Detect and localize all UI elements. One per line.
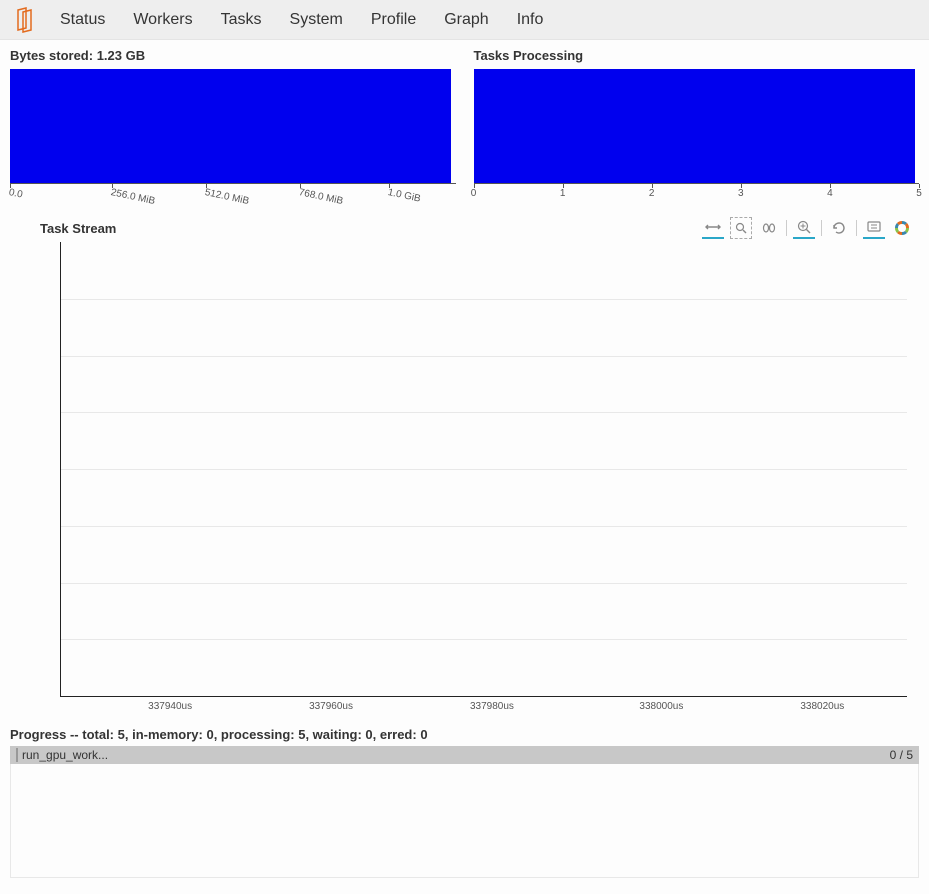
axis-tick: 512.0 MiB bbox=[204, 187, 250, 207]
task-stream-panel: Task Stream bbox=[10, 214, 919, 717]
reset-tool-icon[interactable] bbox=[828, 217, 850, 239]
axis-tick: 5 bbox=[916, 188, 922, 199]
bytes-stored-axis: 0.0 256.0 MiB 512.0 MiB 768.0 MiB 1.0 GiB bbox=[10, 184, 456, 208]
axis-tick: 0.0 bbox=[8, 187, 24, 201]
dask-logo bbox=[6, 0, 46, 40]
progress-title: Progress -- total: 5, in-memory: 0, proc… bbox=[10, 727, 919, 742]
nav-status[interactable]: Status bbox=[46, 0, 119, 40]
nav-workers[interactable]: Workers bbox=[119, 0, 206, 40]
axis-tick: 256.0 MiB bbox=[110, 187, 156, 207]
tasks-processing-panel: Tasks Processing 0 1 2 3 4 5 bbox=[474, 48, 920, 208]
nav-info[interactable]: Info bbox=[503, 0, 558, 40]
nav-tasks[interactable]: Tasks bbox=[207, 0, 276, 40]
task-stream-title: Task Stream bbox=[40, 221, 116, 236]
progress-panel: Progress -- total: 5, in-memory: 0, proc… bbox=[10, 727, 919, 878]
tasks-processing-bar bbox=[474, 69, 915, 183]
axis-tick: 0 bbox=[471, 188, 477, 199]
axis-tick: 1.0 GiB bbox=[386, 187, 421, 205]
axis-tick: 338000us bbox=[639, 701, 683, 712]
toolbar-separator bbox=[786, 220, 787, 236]
axis-tick: 337960us bbox=[309, 701, 353, 712]
task-stream-plot[interactable] bbox=[60, 242, 907, 697]
axis-tick: 1 bbox=[560, 188, 566, 199]
wheel-zoom-tool-icon[interactable] bbox=[793, 217, 815, 239]
hover-tool-icon[interactable] bbox=[863, 217, 885, 239]
toolbar-separator bbox=[856, 220, 857, 236]
task-stream-axis: 337940us 337960us 337980us 338000us 338020us bbox=[60, 697, 907, 717]
progress-task-label: run_gpu_work... bbox=[16, 748, 890, 762]
nav-links: Status Workers Tasks System Profile Grap… bbox=[46, 0, 557, 40]
nav-graph[interactable]: Graph bbox=[430, 0, 502, 40]
tasks-processing-title: Tasks Processing bbox=[474, 48, 920, 63]
axis-tick: 337940us bbox=[148, 701, 192, 712]
axis-tick: 2 bbox=[649, 188, 655, 199]
bokeh-toolbar bbox=[702, 217, 919, 239]
bytes-stored-chart[interactable] bbox=[10, 69, 456, 184]
tasks-processing-chart[interactable] bbox=[474, 69, 920, 184]
progress-row[interactable]: run_gpu_work... 0 / 5 bbox=[10, 746, 919, 764]
nav-system[interactable]: System bbox=[276, 0, 357, 40]
nav-profile[interactable]: Profile bbox=[357, 0, 430, 40]
axis-tick: 4 bbox=[827, 188, 833, 199]
xwheel-pan-tool-icon[interactable] bbox=[758, 217, 780, 239]
box-zoom-tool-icon[interactable] bbox=[730, 217, 752, 239]
toolbar-separator bbox=[821, 220, 822, 236]
tasks-processing-axis: 0 1 2 3 4 5 bbox=[474, 184, 920, 208]
axis-tick: 338020us bbox=[800, 701, 844, 712]
axis-tick: 3 bbox=[738, 188, 744, 199]
bytes-stored-title: Bytes stored: 1.23 GB bbox=[10, 48, 456, 63]
bytes-stored-bar bbox=[10, 69, 451, 183]
progress-body bbox=[10, 764, 919, 878]
dask-logo-icon bbox=[15, 7, 37, 33]
progress-task-count: 0 / 5 bbox=[890, 748, 913, 762]
axis-tick: 337980us bbox=[470, 701, 514, 712]
bytes-stored-panel: Bytes stored: 1.23 GB 0.0 256.0 MiB 512.0 … bbox=[10, 48, 456, 208]
axis-tick: 768.0 MiB bbox=[297, 187, 343, 207]
bokeh-logo-icon[interactable] bbox=[891, 217, 913, 239]
top-navbar: Status Workers Tasks System Profile Grap… bbox=[0, 0, 929, 40]
pan-tool-icon[interactable] bbox=[702, 217, 724, 239]
